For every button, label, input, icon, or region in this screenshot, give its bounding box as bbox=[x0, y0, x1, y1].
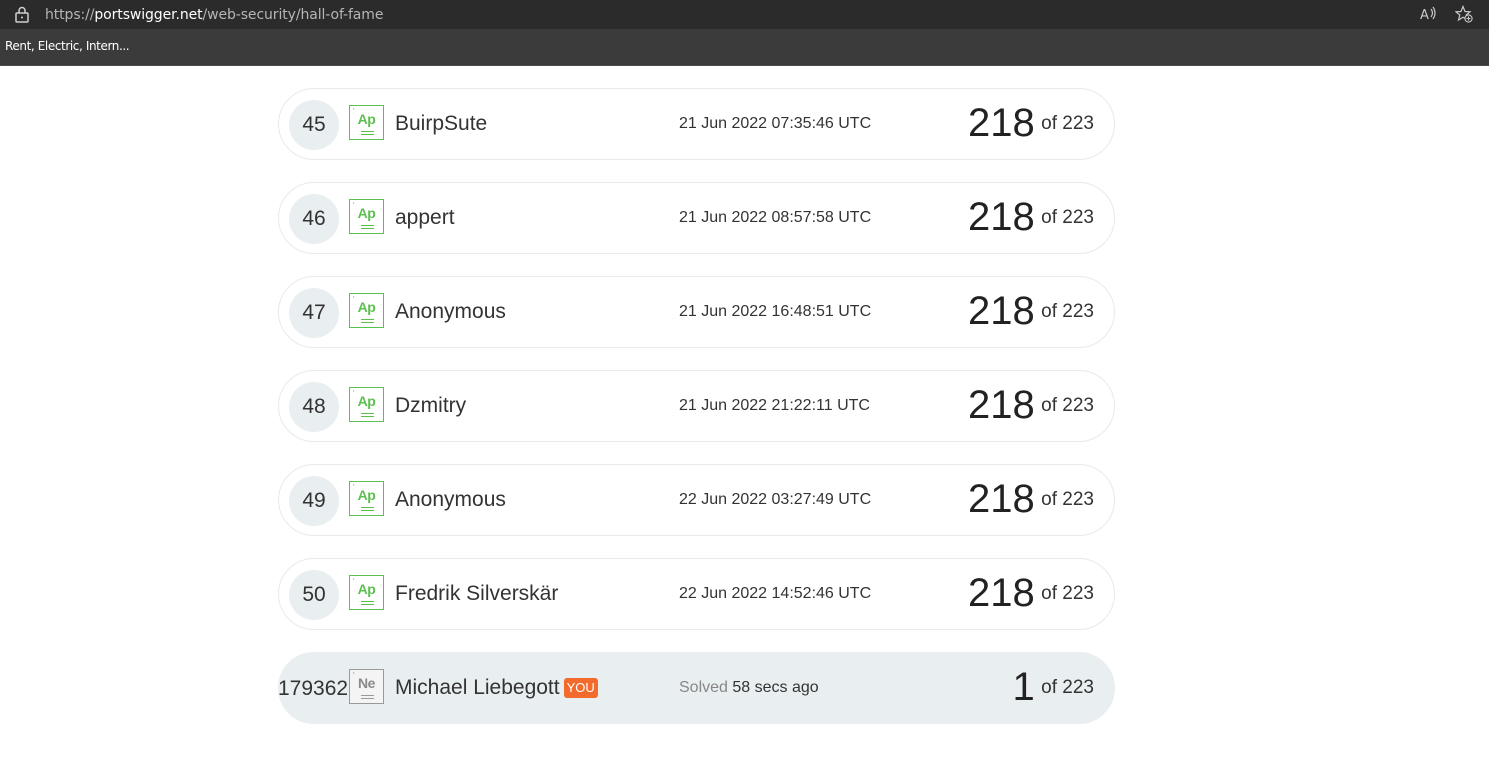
score: 218 of 223 bbox=[968, 383, 1094, 428]
score: 1 of 223 bbox=[1012, 665, 1094, 710]
you-badge: YOU bbox=[563, 678, 598, 698]
level-badge-icon: ' Ap bbox=[349, 199, 384, 234]
user-name: Fredrik Silverskär bbox=[395, 582, 559, 605]
score-total: of 223 bbox=[1041, 206, 1094, 228]
score: 218 of 223 bbox=[968, 289, 1094, 334]
completion-date: 21 Jun 2022 16:48:51 UTC bbox=[679, 303, 872, 320]
read-aloud-icon[interactable]: A bbox=[1419, 5, 1437, 23]
rank-number: 46 bbox=[289, 194, 339, 244]
url-path: /web-security/hall-of-fame bbox=[202, 7, 384, 23]
solved-status: Solved 58 secs ago bbox=[679, 679, 819, 697]
user-name: BuirpSute bbox=[395, 112, 488, 135]
bookmarks-bar: Rent, Electric, Intern... bbox=[0, 29, 1489, 66]
rank-number: 48 bbox=[289, 382, 339, 432]
rank-number: 47 bbox=[289, 288, 339, 338]
completion-date: 22 Jun 2022 03:27:49 UTC bbox=[679, 491, 872, 508]
score-total: of 223 bbox=[1041, 300, 1094, 322]
solved-time: 58 secs ago bbox=[732, 679, 819, 696]
badge-symbol: Ap bbox=[357, 487, 376, 503]
badge-symbol: Ap bbox=[357, 299, 376, 315]
level-badge-icon: ' Ap bbox=[349, 293, 384, 328]
user-name: Michael Liebegott YOU bbox=[395, 676, 598, 700]
url-text[interactable]: https://portswigger.net/web-security/hal… bbox=[45, 7, 383, 23]
score-value: 1 bbox=[1012, 665, 1035, 709]
svg-text:A: A bbox=[1420, 8, 1429, 23]
score: 218 of 223 bbox=[968, 101, 1094, 146]
solved-label: Solved bbox=[679, 679, 728, 696]
badge-symbol: Ap bbox=[357, 581, 376, 597]
completion-date: 21 Jun 2022 21:22:11 UTC bbox=[679, 397, 870, 414]
leaderboard-row: 45 ' Ap BuirpSute 21 Jun 2022 07:35:46 UT… bbox=[278, 88, 1115, 160]
url-prefix: https:// bbox=[45, 7, 95, 23]
score-total: of 223 bbox=[1041, 582, 1094, 604]
level-badge-icon: ' Ap bbox=[349, 105, 384, 140]
leaderboard-row: 46 ' Ap appert 21 Jun 2022 08:57:58 UTC 2… bbox=[278, 182, 1115, 254]
url-domain: portswigger.net bbox=[94, 7, 203, 23]
completion-date: 21 Jun 2022 08:57:58 UTC bbox=[679, 209, 872, 226]
address-bar[interactable]: https://portswigger.net/web-security/hal… bbox=[0, 0, 1489, 29]
score-total: of 223 bbox=[1041, 488, 1094, 510]
rank-number: 45 bbox=[289, 100, 339, 150]
score-value: 218 bbox=[967, 289, 1035, 333]
leaderboard-row: 50 ' Ap Fredrik Silverskär 22 Jun 2022 14… bbox=[278, 558, 1115, 630]
bookmark-item[interactable]: Rent, Electric, Intern... bbox=[5, 39, 130, 53]
badge-symbol: Ne bbox=[358, 675, 375, 691]
rank-number: 50 bbox=[289, 570, 339, 620]
current-user-row: 179362 ' Ne Michael Liebegott YOU Solved 5… bbox=[278, 652, 1115, 724]
score-value: 218 bbox=[967, 195, 1035, 239]
badge-symbol: Ap bbox=[357, 393, 376, 409]
completion-date: 22 Jun 2022 14:52:46 UTC bbox=[679, 585, 872, 602]
badge-symbol: Ap bbox=[357, 111, 376, 127]
score-total: of 223 bbox=[1041, 112, 1094, 134]
level-badge-icon: ' Ne bbox=[349, 669, 384, 704]
score: 218 of 223 bbox=[968, 571, 1094, 616]
score-value: 218 bbox=[967, 571, 1035, 615]
user-name-text: Michael Liebegott bbox=[395, 676, 560, 699]
badge-symbol: Ap bbox=[357, 205, 376, 221]
level-badge-icon: ' Ap bbox=[349, 481, 384, 516]
user-name: Anonymous bbox=[395, 300, 506, 323]
rank-number: 49 bbox=[289, 476, 339, 526]
user-name: Dzmitry bbox=[395, 394, 467, 417]
completion-date: 21 Jun 2022 07:35:46 UTC bbox=[679, 115, 872, 132]
leaderboard-row: 47 ' Ap Anonymous 21 Jun 2022 16:48:51 UT… bbox=[278, 276, 1115, 348]
score: 218 of 223 bbox=[968, 477, 1094, 522]
score-total: of 223 bbox=[1041, 394, 1094, 416]
level-badge-icon: ' Ap bbox=[349, 575, 384, 610]
score: 218 of 223 bbox=[968, 195, 1094, 240]
score-value: 218 bbox=[967, 383, 1035, 427]
score-value: 218 bbox=[967, 477, 1035, 521]
user-name: appert bbox=[395, 206, 455, 229]
favorite-star-icon[interactable] bbox=[1455, 5, 1473, 23]
leaderboard-row: 48 ' Ap Dzmitry 21 Jun 2022 21:22:11 UTC … bbox=[278, 370, 1115, 442]
score-value: 218 bbox=[967, 101, 1035, 145]
score-total: of 223 bbox=[1041, 676, 1094, 698]
level-badge-icon: ' Ap bbox=[349, 387, 384, 422]
lock-icon[interactable] bbox=[14, 6, 30, 23]
leaderboard-row: 49 ' Ap Anonymous 22 Jun 2022 03:27:49 UT… bbox=[278, 464, 1115, 536]
user-name: Anonymous bbox=[395, 488, 506, 511]
rank-number: 179362 bbox=[278, 677, 349, 700]
